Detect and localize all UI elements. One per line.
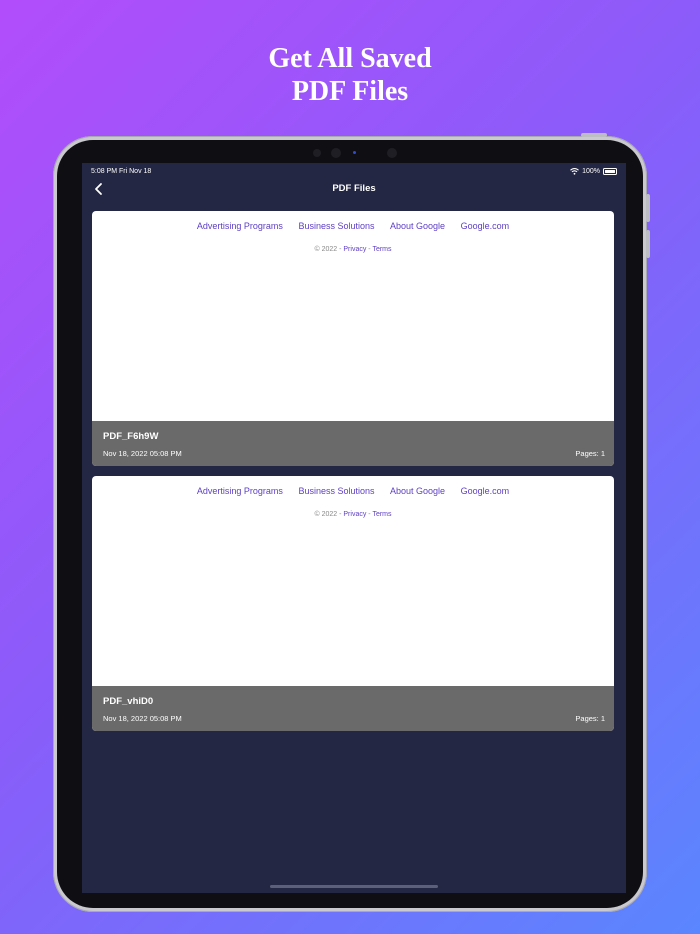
app-screen: 5:08 PM Fri Nov 18 100% PDF Files Advert… <box>82 163 626 893</box>
camera-lens <box>331 148 341 158</box>
preview-link-business: Business Solutions <box>298 486 375 496</box>
pdf-preview-footer: © 2022 - Privacy - Terms <box>92 246 614 253</box>
status-time: 5:08 PM Fri Nov 18 <box>91 168 152 175</box>
footer-terms: Terms <box>372 246 392 253</box>
headline-line-2: PDF Files <box>291 76 409 107</box>
camera-lens <box>387 148 397 158</box>
file-info-bar: PDF_vhiD0 Nov 18, 2022 05:08 PM Pages: 1 <box>92 686 614 731</box>
pdf-file-card[interactable]: Advertising Programs Business Solutions … <box>92 476 614 731</box>
promo-headline: Get All Saved PDF Files <box>0 42 700 108</box>
indicator-light <box>353 151 356 154</box>
camera-sensor-bar <box>307 147 402 159</box>
headline-line-1: Get All Saved <box>268 43 432 74</box>
status-bar: 5:08 PM Fri Nov 18 100% <box>82 163 626 181</box>
preview-link-google: Google.com <box>460 221 510 231</box>
preview-link-about: About Google <box>390 486 446 496</box>
footer-privacy: Privacy <box>343 511 367 518</box>
pdf-preview-links: Advertising Programs Business Solutions … <box>92 486 614 496</box>
pdf-file-card[interactable]: Advertising Programs Business Solutions … <box>92 211 614 466</box>
footer-terms: Terms <box>372 511 392 518</box>
device-bezel: 5:08 PM Fri Nov 18 100% PDF Files Advert… <box>57 140 643 908</box>
sensor-dot <box>313 149 321 157</box>
file-name: PDF_vhiD0 <box>103 696 154 707</box>
battery-percent: 100% <box>582 168 600 175</box>
footer-copyright: © 2022 - <box>314 246 344 253</box>
preview-link-advertising: Advertising Programs <box>196 221 283 231</box>
battery-icon <box>603 168 617 175</box>
preview-link-google: Google.com <box>460 486 510 496</box>
home-indicator[interactable] <box>270 885 438 888</box>
wifi-icon <box>570 168 579 175</box>
top-button <box>581 133 607 137</box>
file-name: PDF_F6h9W <box>103 431 159 442</box>
status-right-group: 100% <box>570 168 617 175</box>
footer-copyright: © 2022 - <box>314 511 344 518</box>
volume-down-button <box>646 230 650 258</box>
preview-link-about: About Google <box>390 221 446 231</box>
file-page-count: Pages: 1 <box>575 714 605 723</box>
file-date: Nov 18, 2022 05:08 PM <box>103 714 182 723</box>
file-date: Nov 18, 2022 05:08 PM <box>103 449 182 458</box>
file-info-bar: PDF_F6h9W Nov 18, 2022 05:08 PM Pages: 1 <box>92 421 614 466</box>
volume-up-button <box>646 194 650 222</box>
pdf-preview-footer: © 2022 - Privacy - Terms <box>92 511 614 518</box>
preview-link-business: Business Solutions <box>298 221 375 231</box>
pdf-preview-links: Advertising Programs Business Solutions … <box>92 221 614 231</box>
navigation-bar: PDF Files <box>82 181 626 203</box>
tablet-device-frame: 5:08 PM Fri Nov 18 100% PDF Files Advert… <box>53 133 650 912</box>
file-page-count: Pages: 1 <box>575 449 605 458</box>
preview-link-advertising: Advertising Programs <box>196 486 283 496</box>
footer-privacy: Privacy <box>343 246 367 253</box>
page-title: PDF Files <box>332 183 376 194</box>
